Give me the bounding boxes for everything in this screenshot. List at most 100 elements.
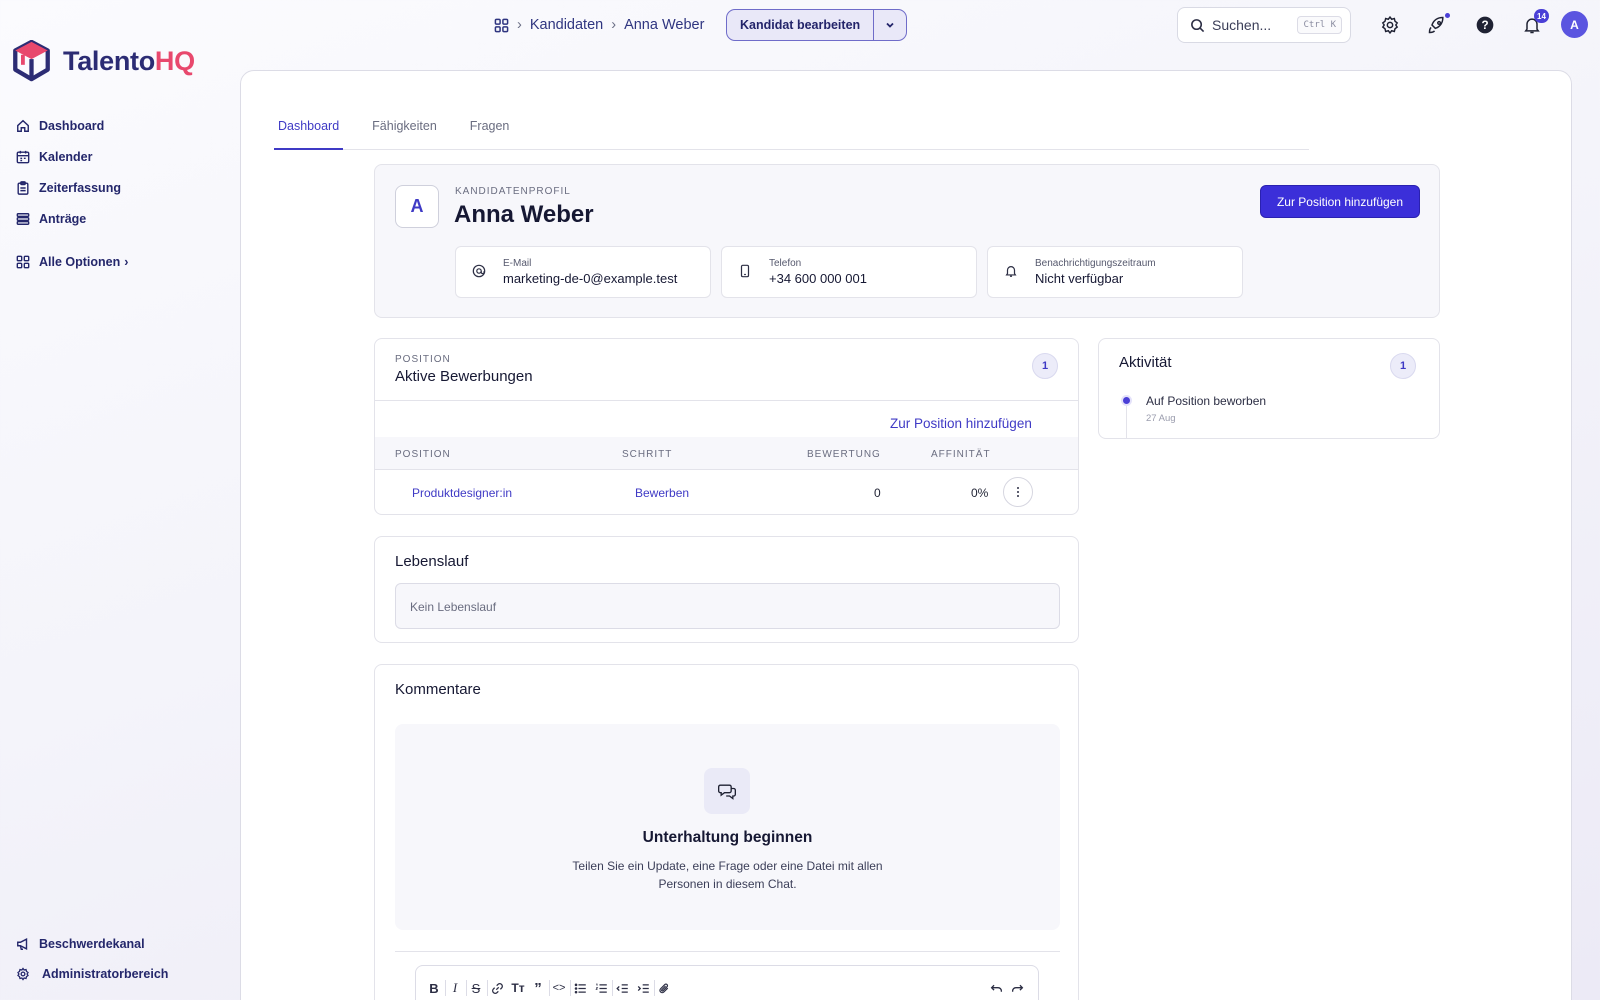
bullet-list-icon[interactable] — [571, 978, 589, 998]
applications-eyebrow: POSITION — [395, 354, 451, 365]
chevron-right-icon: › — [124, 254, 129, 269]
phone-label: Telefon — [769, 258, 802, 269]
sidebar-item-label: Kalender — [39, 149, 93, 164]
tab-dashboard[interactable]: Dashboard — [274, 108, 344, 150]
sidebar-item-antraege[interactable]: Anträge — [16, 203, 128, 234]
sidebar-item-label: Anträge — [39, 211, 87, 226]
stack-icon — [16, 212, 30, 225]
sidebar-item-zeiterfassung[interactable]: Zeiterfassung — [16, 172, 128, 203]
outdent-icon[interactable] — [613, 978, 631, 998]
tab-fragen[interactable]: Fragen — [466, 108, 514, 150]
timeline-dot — [1123, 397, 1130, 404]
sidebar-item-all-options[interactable]: Alle Optionen › — [16, 246, 128, 277]
chevron-down-icon — [886, 22, 894, 28]
sidebar-bottom-nav: Beschwerdekanal Administratorbereich — [16, 929, 168, 989]
svg-text:?: ? — [1481, 19, 1488, 32]
affinity-value: 0% — [971, 486, 989, 500]
resume-card: Lebenslauf Kein Lebenslauf — [374, 536, 1079, 643]
email-value: marketing-de-0@example.test — [503, 271, 678, 286]
empty-state-text: Teilen Sie ein Update, eine Frage oder e… — [572, 859, 883, 891]
user-avatar[interactable]: A — [1561, 11, 1588, 38]
redo-icon[interactable] — [1008, 978, 1026, 998]
numbered-list-icon[interactable] — [592, 978, 610, 998]
phone-info-box[interactable]: Telefon +34 600 000 001 — [721, 246, 977, 298]
search-placeholder: Suchen... — [1212, 17, 1272, 33]
phone-icon — [740, 264, 750, 278]
email-info-box[interactable]: E-Mail marketing-de-0@example.test — [455, 246, 711, 298]
settings-gear-icon[interactable] — [1378, 13, 1402, 37]
sidebar-nav: Dashboard Kalender Zeiterfassung Anträge… — [16, 110, 128, 277]
undo-icon[interactable] — [987, 978, 1005, 998]
row-actions-button[interactable] — [1003, 477, 1033, 507]
empty-state-title: Unterhaltung beginnen — [642, 829, 813, 846]
activity-card: Aktivität 1 Auf Position beworben 27 Aug — [1098, 338, 1440, 439]
more-vertical-icon — [1017, 487, 1019, 497]
bell-icon — [1005, 266, 1017, 277]
search-shortcut: Ctrl K — [1297, 16, 1342, 34]
profile-eyebrow: KANDIDATENPROFIL — [455, 186, 571, 197]
bold-icon[interactable]: B — [425, 978, 443, 998]
divider — [395, 951, 1060, 952]
edit-candidate-button[interactable]: Kandidat bearbeiten — [727, 10, 875, 40]
position-link[interactable]: Produktdesigner:in — [412, 486, 512, 500]
applications-title: Aktive Bewerbungen — [395, 368, 533, 385]
calendar-icon — [16, 150, 30, 163]
comments-card: Kommentare Unterhaltung beginnen Teilen … — [374, 664, 1079, 1000]
add-to-position-button[interactable]: Zur Position hinzufügen — [1260, 185, 1420, 218]
column-header: AFFINITÄT — [931, 449, 991, 460]
sidebar-item-label: Zeiterfassung — [39, 180, 121, 195]
activity-event-date: 27 Aug — [1146, 413, 1176, 424]
editor-toolbar: B I S Tᴛ ” <> — [415, 965, 1039, 1000]
brand-logo[interactable]: TalentoHQ — [12, 40, 195, 82]
code-icon[interactable]: <> — [550, 978, 568, 998]
gear-icon — [17, 967, 29, 981]
text-size-icon[interactable]: Tᴛ — [509, 978, 527, 998]
grid-icon — [16, 255, 30, 268]
breadcrumb-section[interactable]: Kandidaten — [530, 17, 603, 33]
quote-icon[interactable]: ” — [529, 978, 547, 998]
search-icon — [1191, 18, 1205, 32]
indent-icon[interactable] — [634, 978, 652, 998]
sidebar-item-admin[interactable]: Administratorbereich — [16, 959, 168, 989]
resume-title: Lebenslauf — [395, 553, 469, 570]
email-label: E-Mail — [503, 258, 532, 269]
link-icon[interactable] — [488, 978, 506, 998]
sidebar-item-label: Beschwerdekanal — [39, 937, 145, 951]
at-sign-icon — [472, 264, 486, 278]
logo-cube-icon — [13, 40, 50, 82]
rocket-indicator-dot — [1445, 13, 1450, 18]
notifications-bell-icon[interactable]: 14 — [1520, 9, 1549, 37]
strikethrough-icon[interactable]: S — [467, 978, 485, 998]
top-bar: › Kandidaten › Anna Weber Kandidat bearb… — [0, 0, 1600, 50]
candidate-avatar: A — [395, 185, 439, 228]
italic-icon[interactable]: I — [446, 978, 464, 998]
candidate-name: Anna Weber — [454, 201, 594, 228]
step-link[interactable]: Bewerben — [635, 486, 689, 500]
add-to-position-link[interactable]: Zur Position hinzufügen — [890, 416, 1032, 431]
notification-count-badge: 14 — [1534, 9, 1549, 23]
chat-bubbles-icon — [704, 768, 750, 814]
sidebar-item-label: Administratorbereich — [42, 967, 169, 981]
column-header: BEWERTUNG — [807, 449, 881, 460]
activity-title: Aktivität — [1119, 354, 1172, 371]
search-input[interactable]: Suchen... Ctrl K — [1177, 7, 1351, 43]
help-icon[interactable]: ? — [1473, 13, 1497, 37]
phone-value: +34 600 000 001 — [769, 271, 867, 286]
apps-grid-icon[interactable] — [494, 18, 509, 33]
sidebar-item-kalender[interactable]: Kalender — [16, 141, 128, 172]
column-header: SCHRITT — [622, 449, 673, 460]
tab-bar: Dashboard Fähigkeiten Fragen — [274, 108, 1309, 150]
rocket-icon[interactable] — [1425, 13, 1450, 37]
activity-count-badge: 1 — [1390, 353, 1416, 379]
sidebar-item-dashboard[interactable]: Dashboard — [16, 110, 128, 141]
notice-period-value: Nicht verfügbar — [1035, 271, 1124, 286]
chevron-right-icon: › — [517, 17, 522, 33]
chevron-right-icon: › — [611, 17, 617, 33]
table-header: POSITION SCHRITT BEWERTUNG AFFINITÄT — [375, 437, 1078, 470]
attachment-icon[interactable] — [655, 978, 673, 998]
edit-options-dropdown[interactable] — [874, 10, 906, 40]
notice-period-info-box: Benachrichtigungszeitraum Nicht verfügba… — [987, 246, 1243, 298]
sidebar-item-beschwerdekanal[interactable]: Beschwerdekanal — [16, 929, 168, 959]
tab-faehigkeiten[interactable]: Fähigkeiten — [368, 108, 441, 150]
activity-event-text: Auf Position beworben — [1146, 394, 1267, 408]
